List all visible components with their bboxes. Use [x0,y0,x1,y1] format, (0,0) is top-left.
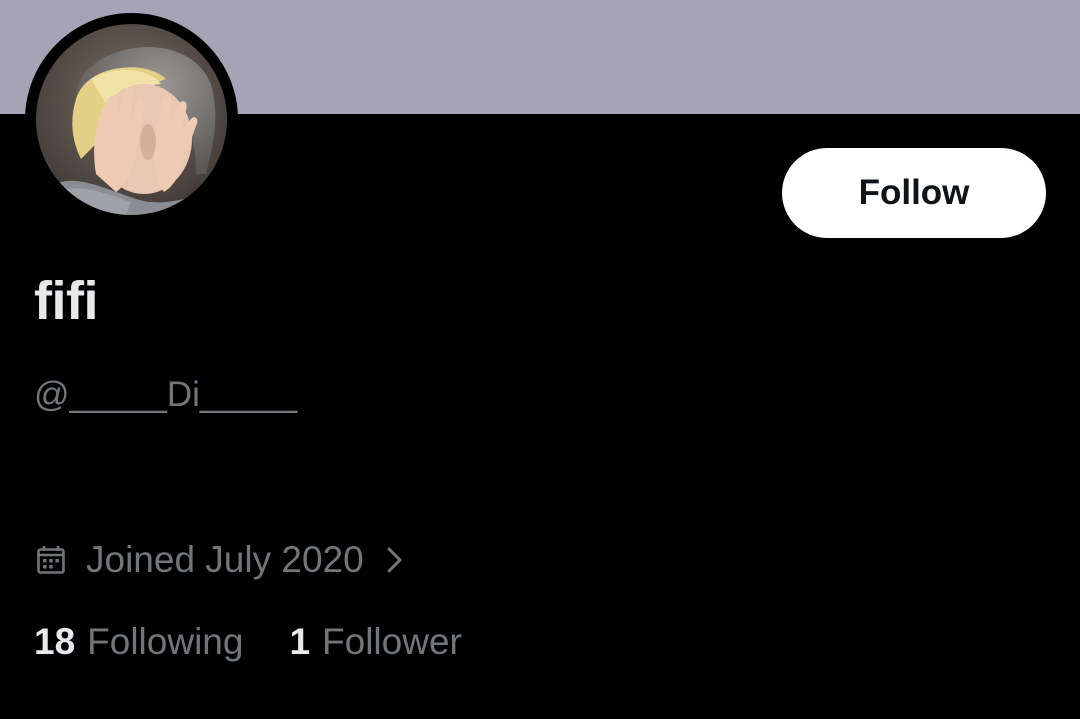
joined-date-text: Joined July 2020 [86,539,364,580]
avatar-photo [36,24,227,215]
follow-button[interactable]: Follow [782,148,1046,238]
following-link[interactable]: 18 Following [34,618,243,666]
followers-count: 1 [289,621,311,662]
display-name: fifi [34,271,98,331]
user-handle: @_____Di_____ [34,375,298,414]
follow-stats: 18 Following 1 Follower [34,618,462,666]
profile-header: Follow fifi @_____Di_____ Joined July 20… [0,0,1080,719]
followers-label: Follower [322,621,462,662]
chevron-right-icon [386,544,408,576]
calendar-icon [36,544,68,576]
joined-date-row[interactable]: Joined July 2020 [36,536,408,584]
following-count: 18 [34,621,76,662]
followers-link[interactable]: 1 Follower [289,618,461,666]
avatar[interactable] [36,24,227,215]
following-label: Following [87,621,244,662]
avatar-border [25,13,238,226]
